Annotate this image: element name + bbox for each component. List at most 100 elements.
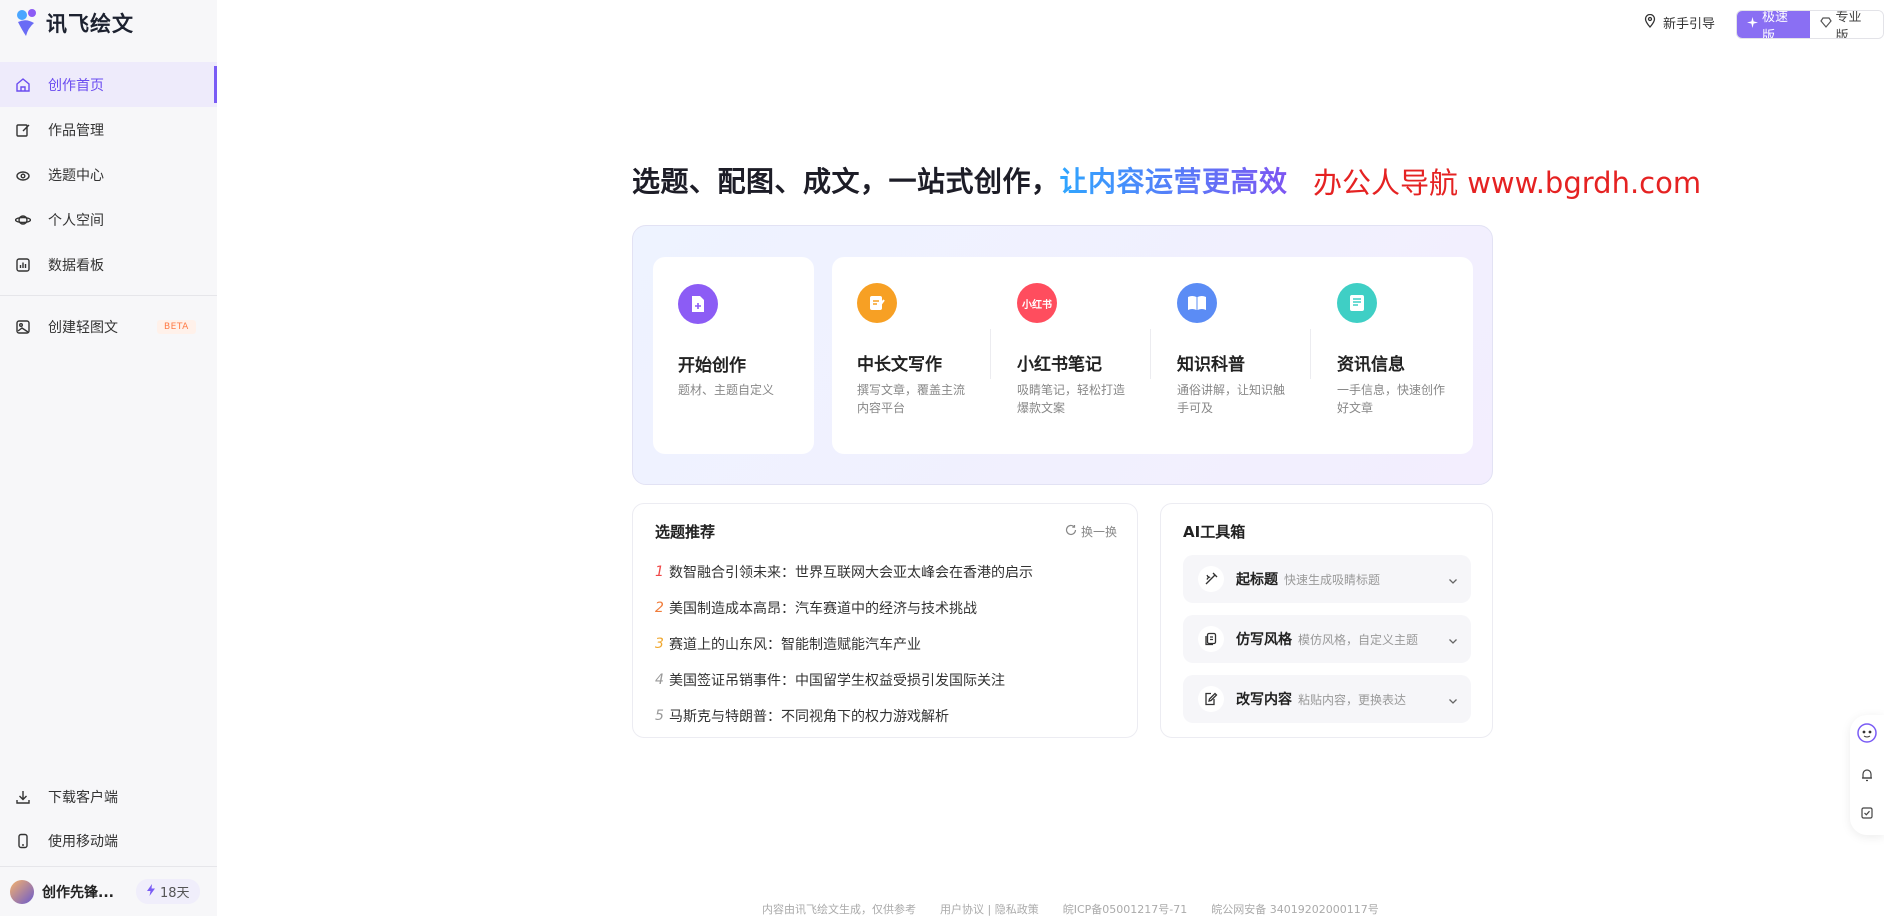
assistant-avatar-icon[interactable] [1857,723,1877,743]
topic-item[interactable]: 4 美国签证吊销事件：中国留学生权益受损引发国际关注 [655,662,1115,698]
sidebar-item-works[interactable]: 作品管理 [0,107,217,152]
tool-desc: 快速生成吸睛标题 [1284,572,1381,587]
logo-icon [14,8,40,38]
divider [990,329,991,379]
sidebar-item-home[interactable]: 创作首页 [0,62,217,107]
divider [1150,329,1151,379]
refresh-icon [1065,524,1077,539]
topic-number: 2 [655,600,664,616]
chart-icon [15,257,31,273]
topic-text: 美国制造成本高昂：汽车赛道中的经济与技术挑战 [669,601,977,617]
headline-highlight: 让内容运营更高效 [1059,165,1288,198]
version-switch: 极速版 专业版 [1736,10,1884,39]
sidebar-nav: 创作首页 作品管理 选题中心 个人空间 数据看板 创建轻图文 BETA [0,62,217,349]
chevron-down-icon[interactable] [1447,632,1459,644]
card-title: 小红书笔记 [1017,355,1102,375]
topic-text: 马斯克与特朗普：不同视角下的权力游戏解析 [669,709,949,725]
chevron-down-icon[interactable] [1447,572,1459,584]
diamond-icon [1819,17,1832,32]
logo[interactable]: 讯飞绘文 [14,8,134,38]
tool-name: 起标题 [1236,572,1278,588]
user-bar[interactable]: 创作先锋... 18天 [0,866,217,916]
days-value: 18天 [160,886,190,901]
beginner-guide-link[interactable]: 新手引导 [1643,13,1715,32]
topic-item[interactable]: 5 马斯克与特朗普：不同视角下的权力游戏解析 [655,698,1115,734]
refresh-topics-button[interactable]: 换一换 [1065,523,1117,540]
avatar[interactable] [10,879,34,904]
topic-number: 1 [655,564,664,580]
sidebar-item-download[interactable]: 下载客户端 [0,775,217,819]
card-desc: 通俗讲解，让知识触手可及 [1177,383,1286,415]
card-title: 中长文写作 [857,355,942,375]
chevron-down-icon[interactable] [1447,692,1459,704]
sidebar-item-mobile[interactable]: 使用移动端 [0,819,217,863]
title-wand-icon [1198,566,1224,592]
sidebar-item-label: 选题中心 [48,167,104,184]
sidebar-item-label: 个人空间 [48,212,104,229]
sidebar-item-label: 创建轻图文 [48,319,118,336]
type-long-article[interactable]: 中长文写作 撰写文章，覆盖主流内容平台 [857,257,977,454]
speed-version-button[interactable]: 极速版 [1737,11,1810,38]
sparkle-icon [1747,17,1758,32]
bell-icon[interactable] [1857,765,1877,785]
type-knowledge[interactable]: 知识科普 通俗讲解，让知识触手可及 [1177,257,1297,454]
sidebar-item-label: 下载客户端 [48,790,118,806]
type-xiaohongshu-note[interactable]: 小红书 小红书笔记 吸睛笔记，轻松打造爆款文案 [1017,257,1137,454]
start-creation-card[interactable]: 开始创作 题材、主题自定义 [653,257,814,454]
refresh-label: 换一换 [1080,525,1117,539]
membership-days-badge[interactable]: 18天 [136,879,200,904]
mobile-icon [15,833,31,849]
eye-icon [15,167,31,183]
sidebar-item-personal[interactable]: 个人空间 [0,197,217,242]
feedback-icon[interactable] [1857,803,1877,823]
beta-badge: BETA [157,319,196,334]
watermark-text: 办公人导航 www.bgrdh.com [1313,166,1702,200]
card-desc: 题材、主题自定义 [678,383,775,397]
guide-label: 新手引导 [1663,17,1716,32]
footer-police-record[interactable]: 皖公网安备 34019202000117号 [1211,901,1378,916]
sidebar-item-light-post[interactable]: 创建轻图文 BETA [0,304,217,349]
tool-name: 仿写风格 [1236,632,1292,648]
xiaohongshu-icon: 小红书 [1017,283,1057,323]
tool-name: 改写内容 [1236,692,1292,708]
user-name: 创作先锋... [42,884,114,901]
tool-desc: 模仿风格，自定义主题 [1298,632,1419,647]
topic-recommendations: 选题推荐 换一换 1 数智融合引领未来：世界互联网大会亚太峰会在香港的启示 2 美国制… [632,503,1138,738]
type-news[interactable]: 资讯信息 一手信息，快速创作好文章 [1337,257,1457,454]
logo-text: 讯飞绘文 [46,12,134,36]
panel-title: AI工具箱 [1183,523,1246,541]
sidebar-item-label: 数据看板 [48,257,104,274]
topic-list: 1 数智融合引领未来：世界互联网大会亚太峰会在香港的启示 2 美国制造成本高昂：汽车赛… [655,554,1115,734]
sidebar: 讯飞绘文 创作首页 作品管理 选题中心 个人空间 数据看板 创建轻图文 BETA… [0,0,217,916]
topic-item[interactable]: 2 美国制造成本高昂：汽车赛道中的经济与技术挑战 [655,590,1115,626]
topic-number: 5 [655,708,664,724]
sidebar-divider [0,295,217,296]
sidebar-item-label: 使用移动端 [48,834,118,850]
planet-icon [15,212,31,228]
divider [1310,329,1311,379]
tool-rewrite-content[interactable]: 改写内容 粘贴内容，更换表达 [1183,675,1471,723]
pro-version-button[interactable]: 专业版 [1809,11,1883,38]
topic-number: 3 [655,636,664,652]
rewrite-icon [1198,686,1224,712]
footer-icp[interactable]: 皖ICP备05001217号-71 [1063,901,1188,916]
creation-types-card: 中长文写作 撰写文章，覆盖主流内容平台 小红书 小红书笔记 吸睛笔记，轻松打造爆… [832,257,1473,454]
sidebar-item-label: 作品管理 [48,122,104,139]
write-note-icon [857,283,897,323]
topic-item[interactable]: 3 赛道上的山东风：智能制造赋能汽车产业 [655,626,1115,662]
panel-title: 选题推荐 [655,523,716,541]
card-desc: 撰写文章，覆盖主流内容平台 [857,383,966,415]
topic-number: 4 [655,672,664,688]
footer-policy-links[interactable]: 用户协议 | 隐私政策 [940,901,1039,916]
tool-generate-title[interactable]: 起标题 快速生成吸睛标题 [1183,555,1471,603]
tool-imitate-style[interactable]: 仿写风格 模仿风格，自定义主题 [1183,615,1471,663]
sidebar-item-dashboard[interactable]: 数据看板 [0,242,217,287]
location-pin-icon [1643,13,1657,32]
create-panel: 开始创作 题材、主题自定义 中长文写作 撰写文章，覆盖主流内容平台 小红书 小红… [632,225,1493,485]
page-headline: 选题、配图、成文，一站式创作，让内容运营更高效 [632,160,1288,200]
copy-style-icon [1198,626,1224,652]
headline-main: 选题、配图、成文，一站式创作， [632,165,1060,198]
sidebar-item-topics[interactable]: 选题中心 [0,152,217,197]
tool-desc: 粘贴内容，更换表达 [1298,692,1407,707]
topic-item[interactable]: 1 数智融合引领未来：世界互联网大会亚太峰会在香港的启示 [655,554,1115,590]
